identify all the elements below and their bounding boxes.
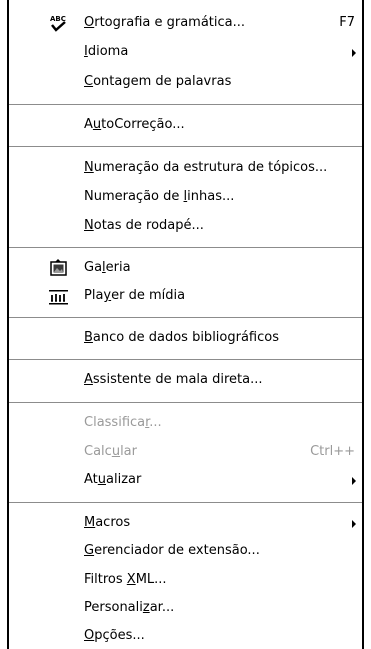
menu-item-extension-manager[interactable]: Gerenciador de extensão... xyxy=(9,540,362,564)
menu-separator xyxy=(9,359,362,361)
menu-item-mail-merge-wizard[interactable]: Assistente de mala direta... xyxy=(9,369,362,393)
menu-item-label: Assistente de mala direta... xyxy=(84,372,263,387)
media-player-icon xyxy=(47,286,69,306)
menu-item-label: Classificar... xyxy=(84,415,162,430)
menu-separator xyxy=(9,247,362,249)
menu-item-macros[interactable]: Macros xyxy=(9,512,362,536)
menu-separator xyxy=(9,104,362,106)
menu-item-sort: Classificar... xyxy=(9,412,362,436)
menu-item-label: Galeria xyxy=(84,260,131,275)
menu-item-label: Contagem de palavras xyxy=(84,74,232,89)
menu-item-label: Notas de rodapé... xyxy=(84,218,204,233)
menu-separator xyxy=(9,317,362,319)
menu-item-line-numbering[interactable]: Numeração de linhas... xyxy=(9,186,362,210)
menu-item-autocorrect[interactable]: AutoCorreção... xyxy=(9,114,362,138)
menu-item-label: Ortografia e gramática... xyxy=(84,15,246,30)
menu-item-bibliography-database[interactable]: Banco de dados bibliográficos xyxy=(9,327,362,351)
menu-separator xyxy=(9,402,362,404)
menu-item-label: AutoCorreção... xyxy=(84,117,185,132)
menu-item-label: Atualizar xyxy=(84,472,142,487)
menu-item-label: Personalizar... xyxy=(84,600,175,615)
menu-item-label: Gerenciador de extensão... xyxy=(84,543,260,558)
menu-item-word-count[interactable]: Contagem de palavras xyxy=(9,71,362,95)
menu-item-shortcut: F7 xyxy=(339,15,355,30)
menu-item-label: Macros xyxy=(84,515,131,530)
submenu-arrow-icon xyxy=(352,520,356,528)
menu-item-language[interactable]: Idioma xyxy=(9,41,362,65)
menu-item-label: Idioma xyxy=(84,44,129,59)
menu-item-label: Numeração da estrutura de tópicos... xyxy=(84,160,328,175)
menu-item-outline-numbering[interactable]: Numeração da estrutura de tópicos... xyxy=(9,157,362,181)
menu-item-spelling-grammar[interactable]: ABC Ortografia e gramática... F7 xyxy=(9,12,362,36)
menu-item-gallery[interactable]: Galeria xyxy=(9,257,362,281)
submenu-arrow-icon xyxy=(352,477,356,485)
menu-item-options[interactable]: Opções... xyxy=(9,625,362,649)
menu-item-customize[interactable]: Personalizar... xyxy=(9,597,362,621)
menu-item-update[interactable]: Atualizar xyxy=(9,469,362,493)
menu-separator xyxy=(9,146,362,148)
tools-menu: ABC Ortografia e gramática... F7 Idioma … xyxy=(7,0,364,649)
spellcheck-icon: ABC xyxy=(47,13,69,33)
menu-item-label: Opções... xyxy=(84,628,145,643)
menu-item-label: Filtros XML... xyxy=(84,572,167,587)
menu-item-shortcut: Ctrl++ xyxy=(310,444,355,459)
menu-item-label: Banco de dados bibliográficos xyxy=(84,330,279,345)
menu-item-label: Numeração de linhas... xyxy=(84,189,235,204)
menu-item-footnotes[interactable]: Notas de rodapé... xyxy=(9,215,362,239)
menu-item-label: Calcular xyxy=(84,444,137,459)
menu-item-xml-filters[interactable]: Filtros XML... xyxy=(9,569,362,593)
gallery-icon xyxy=(47,258,69,278)
menu-separator xyxy=(9,502,362,504)
menu-item-calculate: Calcular Ctrl++ xyxy=(9,441,362,465)
menu-item-media-player[interactable]: Player de mídia xyxy=(9,285,362,309)
menu-item-label: Player de mídia xyxy=(84,288,186,303)
submenu-arrow-icon xyxy=(352,49,356,57)
